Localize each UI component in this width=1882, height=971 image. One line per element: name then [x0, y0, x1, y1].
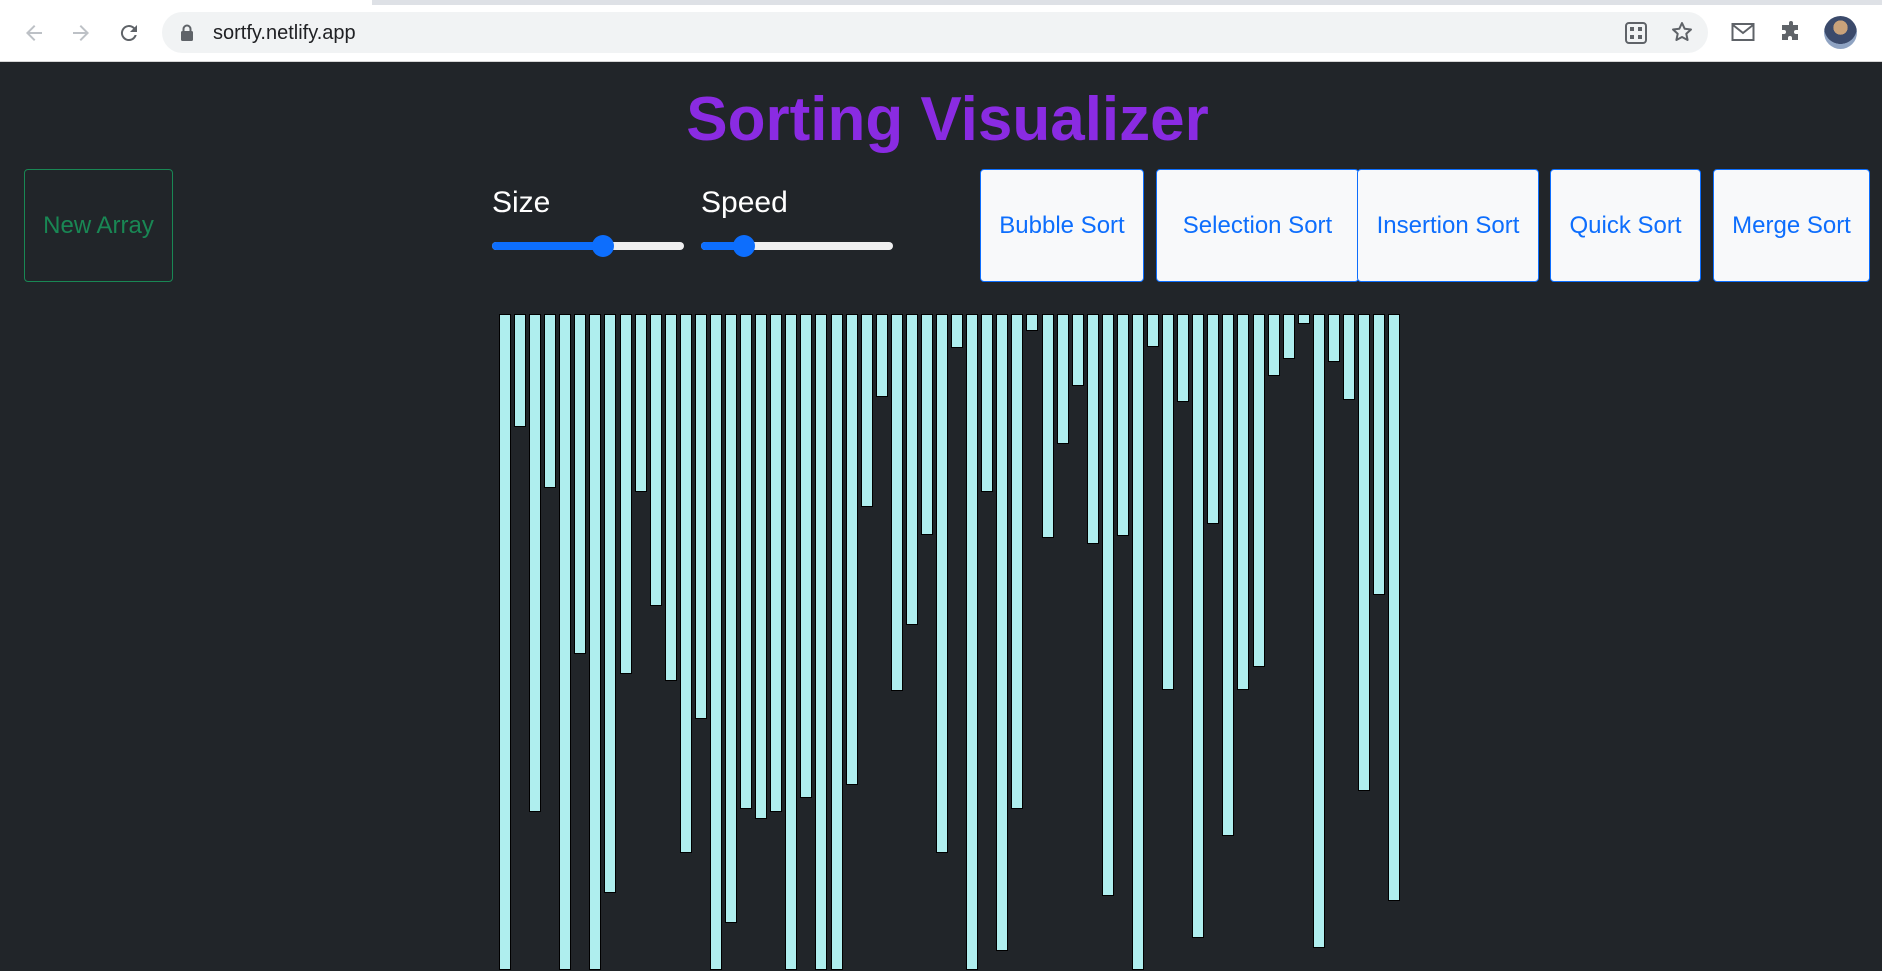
tab-strip — [0, 0, 1882, 5]
qr-code-icon[interactable] — [1624, 21, 1648, 45]
star-icon[interactable] — [1670, 20, 1694, 44]
array-bar — [604, 314, 617, 893]
lock-icon — [181, 24, 193, 41]
mail-button[interactable] — [1727, 16, 1759, 48]
url-text: sortfy.netlify.app — [213, 22, 356, 44]
array-bar — [1357, 314, 1370, 791]
array-bar — [966, 314, 979, 970]
mail-icon — [1731, 23, 1755, 41]
active-tab-edge — [0, 0, 372, 5]
array-bar — [1342, 314, 1355, 400]
array-bar — [800, 314, 813, 798]
array-bar — [1011, 314, 1024, 809]
array-bar — [1086, 314, 1099, 544]
array-bar — [694, 314, 707, 719]
array-bar — [830, 314, 843, 970]
back-button[interactable] — [16, 15, 52, 51]
bubble-sort-button[interactable]: Bubble Sort — [980, 169, 1144, 282]
array-bar — [1177, 314, 1190, 402]
forward-button[interactable] — [63, 15, 99, 51]
array-bar — [1131, 314, 1144, 970]
array-bar — [951, 314, 964, 348]
array-bar — [860, 314, 873, 507]
array-bar — [725, 314, 738, 923]
array-bar — [875, 314, 888, 397]
array-bar — [1252, 314, 1265, 667]
array-bar — [1282, 314, 1295, 359]
array-bar — [755, 314, 768, 819]
array-bar — [1071, 314, 1084, 386]
array-bar — [529, 314, 542, 812]
array-bar — [1237, 314, 1250, 690]
array-bar — [679, 314, 692, 853]
speed-label: Speed — [701, 186, 788, 219]
array-bar — [785, 314, 798, 970]
array-bar — [1026, 314, 1039, 331]
array-bar — [1192, 314, 1205, 938]
reload-button[interactable] — [111, 15, 147, 51]
array-bar — [1162, 314, 1175, 690]
array-bar — [619, 314, 632, 674]
array-bar — [589, 314, 602, 970]
array-bar — [544, 314, 557, 488]
array-bar — [920, 314, 933, 535]
new-array-button[interactable]: New Array — [24, 169, 173, 282]
array-bar — [634, 314, 647, 492]
array-bar — [1267, 314, 1280, 376]
speed-slider[interactable] — [701, 235, 893, 257]
quick-sort-button[interactable]: Quick Sort — [1550, 169, 1701, 282]
merge-sort-button[interactable]: Merge Sort — [1713, 169, 1870, 282]
array-bar — [709, 314, 722, 970]
array-bar — [996, 314, 1009, 951]
browser-toolbar: sortfy.netlify.app — [0, 0, 1882, 62]
array-bar — [1041, 314, 1054, 538]
array-bar — [1207, 314, 1220, 524]
forward-icon — [73, 25, 89, 41]
array-bar — [664, 314, 677, 681]
array-bar — [845, 314, 858, 785]
array-bar — [1101, 314, 1114, 896]
extensions-button[interactable] — [1775, 16, 1807, 48]
array-bar — [981, 314, 994, 492]
array-bar — [499, 314, 511, 970]
profile-avatar[interactable] — [1824, 16, 1857, 49]
array-bar — [936, 314, 949, 853]
insertion-sort-button[interactable]: Insertion Sort — [1357, 169, 1539, 282]
selection-sort-button[interactable]: Selection Sort — [1156, 169, 1359, 282]
extensions-icon — [1782, 21, 1798, 40]
array-bar — [1373, 314, 1386, 595]
array-bar — [1056, 314, 1069, 444]
array-bar — [770, 314, 783, 812]
array-bar — [1222, 314, 1235, 836]
array-bar — [1327, 314, 1340, 362]
array-bar — [574, 314, 587, 654]
size-slider-fill — [492, 242, 604, 250]
array-bar — [1297, 314, 1310, 324]
array-bar — [1147, 314, 1159, 347]
size-label: Size — [492, 186, 551, 219]
size-slider-thumb[interactable] — [592, 235, 615, 257]
back-icon — [26, 25, 42, 41]
array-bar — [815, 314, 828, 970]
array-bar — [1312, 314, 1325, 948]
reload-icon — [120, 25, 137, 42]
array-bar — [890, 314, 903, 691]
array-bar — [905, 314, 918, 625]
array-bar — [559, 314, 572, 970]
size-slider[interactable] — [492, 235, 684, 257]
array-bar — [649, 314, 662, 606]
address-bar[interactable]: sortfy.netlify.app — [162, 12, 1708, 53]
array-bar — [1388, 314, 1401, 901]
speed-slider-thumb[interactable] — [733, 235, 756, 257]
array-bar — [740, 314, 753, 809]
page-title: Sorting Visualizer — [686, 85, 1209, 154]
array-bar — [1116, 314, 1129, 536]
array-bar — [514, 314, 527, 427]
